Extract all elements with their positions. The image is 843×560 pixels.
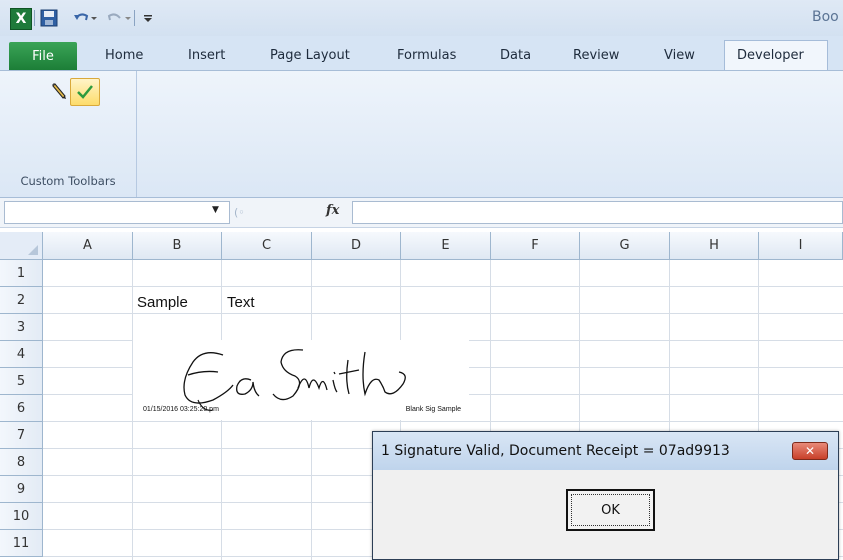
column-header[interactable]: G (580, 232, 670, 260)
column-header[interactable]: B (133, 232, 222, 260)
redo-icon[interactable] (106, 7, 132, 29)
row-header[interactable]: 5 (0, 368, 43, 395)
close-button[interactable]: ✕ (792, 442, 828, 460)
chevron-down-icon[interactable]: ▼ (212, 205, 219, 215)
row-header[interactable]: 11 (0, 530, 43, 557)
dialog-title-bar[interactable]: 1 Signature Valid, Document Receipt = 07… (373, 432, 838, 470)
column-header[interactable]: A (43, 232, 133, 260)
tab-view[interactable]: View (664, 48, 695, 63)
row-header[interactable]: 1 (0, 260, 43, 287)
name-box[interactable] (4, 201, 230, 224)
signature-dialog: 1 Signature Valid, Document Receipt = 07… (372, 431, 839, 560)
group-label: Custom Toolbars (20, 174, 116, 188)
cell-c2[interactable]: Text (227, 294, 255, 311)
save-icon[interactable] (40, 9, 58, 27)
customize-toolbar-icon[interactable] (140, 7, 156, 29)
function-icon[interactable]: fx (326, 203, 339, 218)
row-header[interactable]: 6 (0, 395, 43, 422)
row-header[interactable]: 7 (0, 422, 43, 449)
qa-separator (134, 10, 135, 26)
close-icon: ✕ (804, 444, 816, 458)
window-title: Boo (812, 9, 839, 25)
tab-review[interactable]: Review (573, 48, 619, 63)
select-all-corner[interactable] (0, 232, 43, 260)
custom-toolbars-group: Custom Toolbars (0, 71, 137, 197)
checkmark-icon (77, 85, 93, 99)
tab-formulas[interactable]: Formulas (397, 48, 456, 63)
dialog-title: 1 Signature Valid, Document Receipt = 07… (381, 443, 730, 459)
column-header[interactable]: H (670, 232, 759, 260)
formula-input[interactable] (352, 201, 843, 224)
column-header[interactable]: F (491, 232, 580, 260)
checkmark-button[interactable] (70, 78, 100, 106)
undo-icon[interactable] (72, 7, 98, 29)
column-header[interactable]: C (222, 232, 312, 260)
cell-b2[interactable]: Sample (137, 294, 188, 311)
tab-data[interactable]: Data (500, 48, 531, 63)
signature-caption: Blank Sig Sample (405, 406, 461, 413)
row-header[interactable]: 3 (0, 314, 43, 341)
focus-outline (571, 494, 650, 526)
signature-date: 01/15/2016 03:25:20 pm (143, 406, 219, 413)
formula-divider-icon: (◦ (234, 206, 245, 219)
column-header[interactable]: E (401, 232, 491, 260)
row-header[interactable]: 2 (0, 287, 43, 314)
column-header[interactable]: D (312, 232, 401, 260)
ribbon-tabs: File Home Insert Page Layout Formulas Da… (0, 36, 843, 70)
signature-image[interactable]: 01/15/2016 03:25:20 pm Blank Sig Sample (133, 340, 469, 420)
tab-page-layout[interactable]: Page Layout (270, 48, 350, 63)
row-header[interactable]: 10 (0, 503, 43, 530)
row-header[interactable]: 9 (0, 476, 43, 503)
column-header[interactable]: I (759, 232, 843, 260)
tab-insert[interactable]: Insert (188, 48, 225, 63)
ok-button[interactable]: OK (566, 489, 655, 531)
qa-separator (34, 10, 35, 26)
excel-icon[interactable]: X (10, 8, 32, 30)
tab-file[interactable]: File (9, 42, 77, 70)
row-header[interactable]: 8 (0, 449, 43, 476)
ribbon-panel: Custom Toolbars (0, 70, 843, 198)
tab-home[interactable]: Home (105, 48, 143, 63)
formula-bar: ▼ (◦ fx (0, 198, 843, 228)
tab-developer[interactable]: Developer (737, 48, 804, 63)
title-bar: X Boo (0, 0, 843, 36)
pencil-icon[interactable] (50, 81, 70, 101)
row-header[interactable]: 4 (0, 341, 43, 368)
